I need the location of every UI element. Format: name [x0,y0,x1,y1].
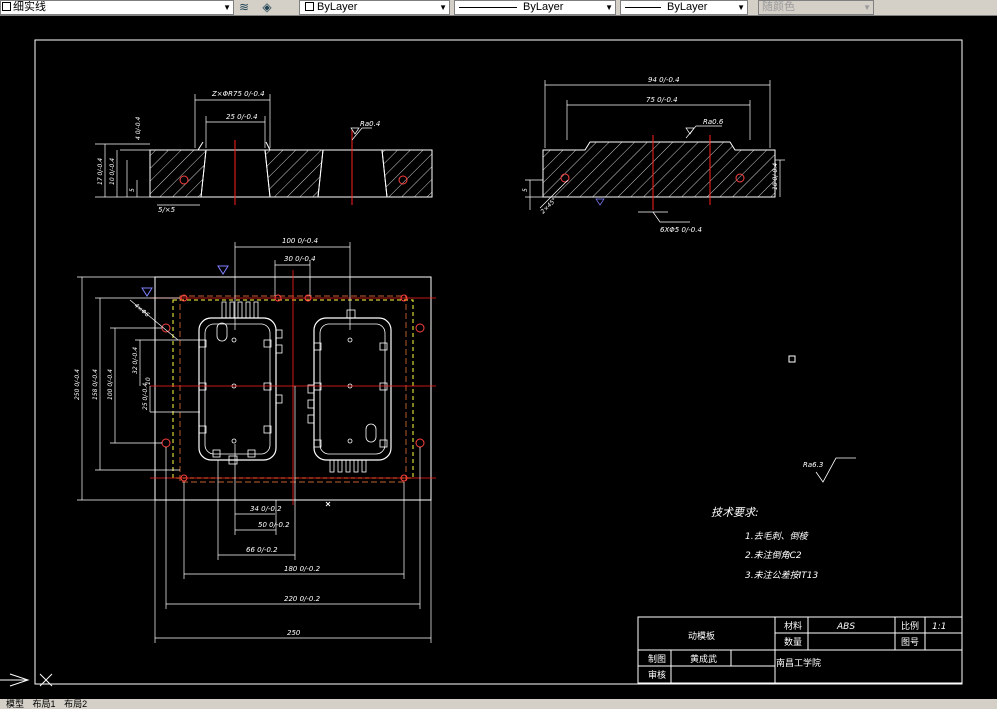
dim-right-right: 10 0/-0.4 [772,163,779,190]
plan-centerlines [150,270,436,505]
dim-left-chamfer: 5/×5 [158,206,176,214]
linetype-combo[interactable]: 细实线 ▼ [0,0,234,15]
roughness-note: Ra6.3 [803,461,823,469]
dim-left-vert-2: 17 0/-0.4 [97,158,104,185]
section-view-right [542,141,776,198]
title-qty-label: 数量 [784,636,802,648]
dim-plan-top: 100 0/-0.4 [282,237,318,245]
title-material-label: 材料 [784,620,802,632]
dim-left-vert-3: 10 0/-0.4 [109,158,116,185]
chevron-down-icon: ▼ [737,3,745,12]
dim-plan-left-6: 10 [145,377,152,385]
drawing-canvas[interactable]: Z×ΦR75 0/-0.4 25 0/-0.4 Ra0.4 5/×5 4 0/-… [0,15,997,699]
title-scale-value: 1:1 [932,622,946,632]
tech-req-item-3: 3.未注公差按IT13 [745,570,818,581]
plotstyle-combo-label: 随颜色 [762,1,795,13]
dim-plan-hole: 4×Φ6 [133,302,151,319]
dim-plan-bottom-3: 66 0/-0.2 [246,546,278,554]
tech-req-item-1: 1.去毛刺、倒棱 [745,531,809,542]
title-designer-label: 制图 [648,653,666,665]
tab-model[interactable]: 模型 [6,699,24,709]
dim-plan-bottom-5: 220 0/-0.2 [284,595,321,603]
title-part-name: 动模板 [688,630,715,642]
dim-left-vert-4: 5 [129,188,136,192]
color-swatch-icon [305,2,314,11]
title-scale-label: 比例 [901,620,919,632]
tab-layout1[interactable]: 布局1 [33,699,56,709]
dim-right-left: 5 [522,188,529,192]
dim-plan-left-3: 100 0/-0.4 [107,369,114,400]
roughness-left: Ra0.4 [360,120,380,128]
lineweight-combo[interactable]: ByLayer ▼ [620,0,748,15]
layer-states-icon[interactable]: ≋ [236,0,252,14]
dim-left-overall: Z×ΦR75 0/-0.4 [211,90,265,98]
properties-toolbar: 细实线 ▼ ≋ ◈ ByLayer ▼ ByLayer ▼ ByLayer ▼ … [0,0,997,16]
dim-right-inner: 75 0/-0.4 [646,96,678,104]
plotstyle-combo: 随颜色 ▼ [758,0,874,15]
layer-previous-icon[interactable]: ◈ [259,0,275,14]
layout-tabs: 模型 布局1 布局2 [0,699,997,709]
color-combo[interactable]: ByLayer ▼ [299,0,450,15]
linetype-sample [459,7,517,8]
dim-plan-bottom-1: 34 0/-0.2 [250,505,282,513]
tech-req-heading: 技术要求: [711,506,759,519]
roughness-right: Ra0.6 [703,118,724,126]
title-drawing-no-label: 图号 [901,637,919,648]
lineweight-combo-label: ByLayer [667,1,708,13]
title-school: 南昌工学院 [776,657,821,669]
dim-left-vert-1: 4 0/-0.4 [135,117,142,140]
dim-left-inner: 25 0/-0.4 [226,113,258,121]
chevron-down-icon: ▼ [439,3,447,12]
dim-right-overall: 94 0/-0.4 [648,76,680,84]
chevron-down-icon: ▼ [223,3,231,12]
dim-plan-left-4: 32 0/-0.4 [132,347,139,374]
chevron-down-icon: ▼ [863,3,871,12]
tab-layout2[interactable]: 布局2 [64,699,87,709]
dim-plan-bottom-4: 180 0/-0.2 [284,565,321,573]
lineweight-sample [625,7,661,8]
drawing-border [34,39,963,685]
section-view-left [149,141,433,198]
title-designer-name: 黄成武 [690,653,717,665]
title-checker-label: 审核 [648,669,666,681]
color-combo-label: ByLayer [317,1,358,13]
linetype-combo-2-label: ByLayer [523,1,564,13]
dim-plan-left-2: 158 0/-0.4 [92,369,99,400]
linetype-checkbox-icon [2,2,11,11]
chevron-down-icon: ▼ [605,3,613,12]
dim-plan-bottom-2: 50 0/-0.2 [258,521,290,529]
linetype-combo-label: 细实线 [13,1,46,13]
dim-plan-left-5: 25 0/-0.4 [142,383,149,410]
title-material-value: ABS [836,622,855,632]
tech-req-item-2: 2.未注倒角C2 [745,550,802,561]
dim-plan-left-1: 250 0/-0.4 [74,369,81,400]
linetype-combo-2[interactable]: ByLayer ▼ [454,0,616,15]
dim-plan-bottom-6: 250 [287,629,301,637]
grip-marker[interactable] [788,355,796,363]
dim-plan-top2: 30 0/-0.4 [284,255,316,263]
dim-right-bottom: 6XΦ5 0/-0.4 [660,226,702,234]
